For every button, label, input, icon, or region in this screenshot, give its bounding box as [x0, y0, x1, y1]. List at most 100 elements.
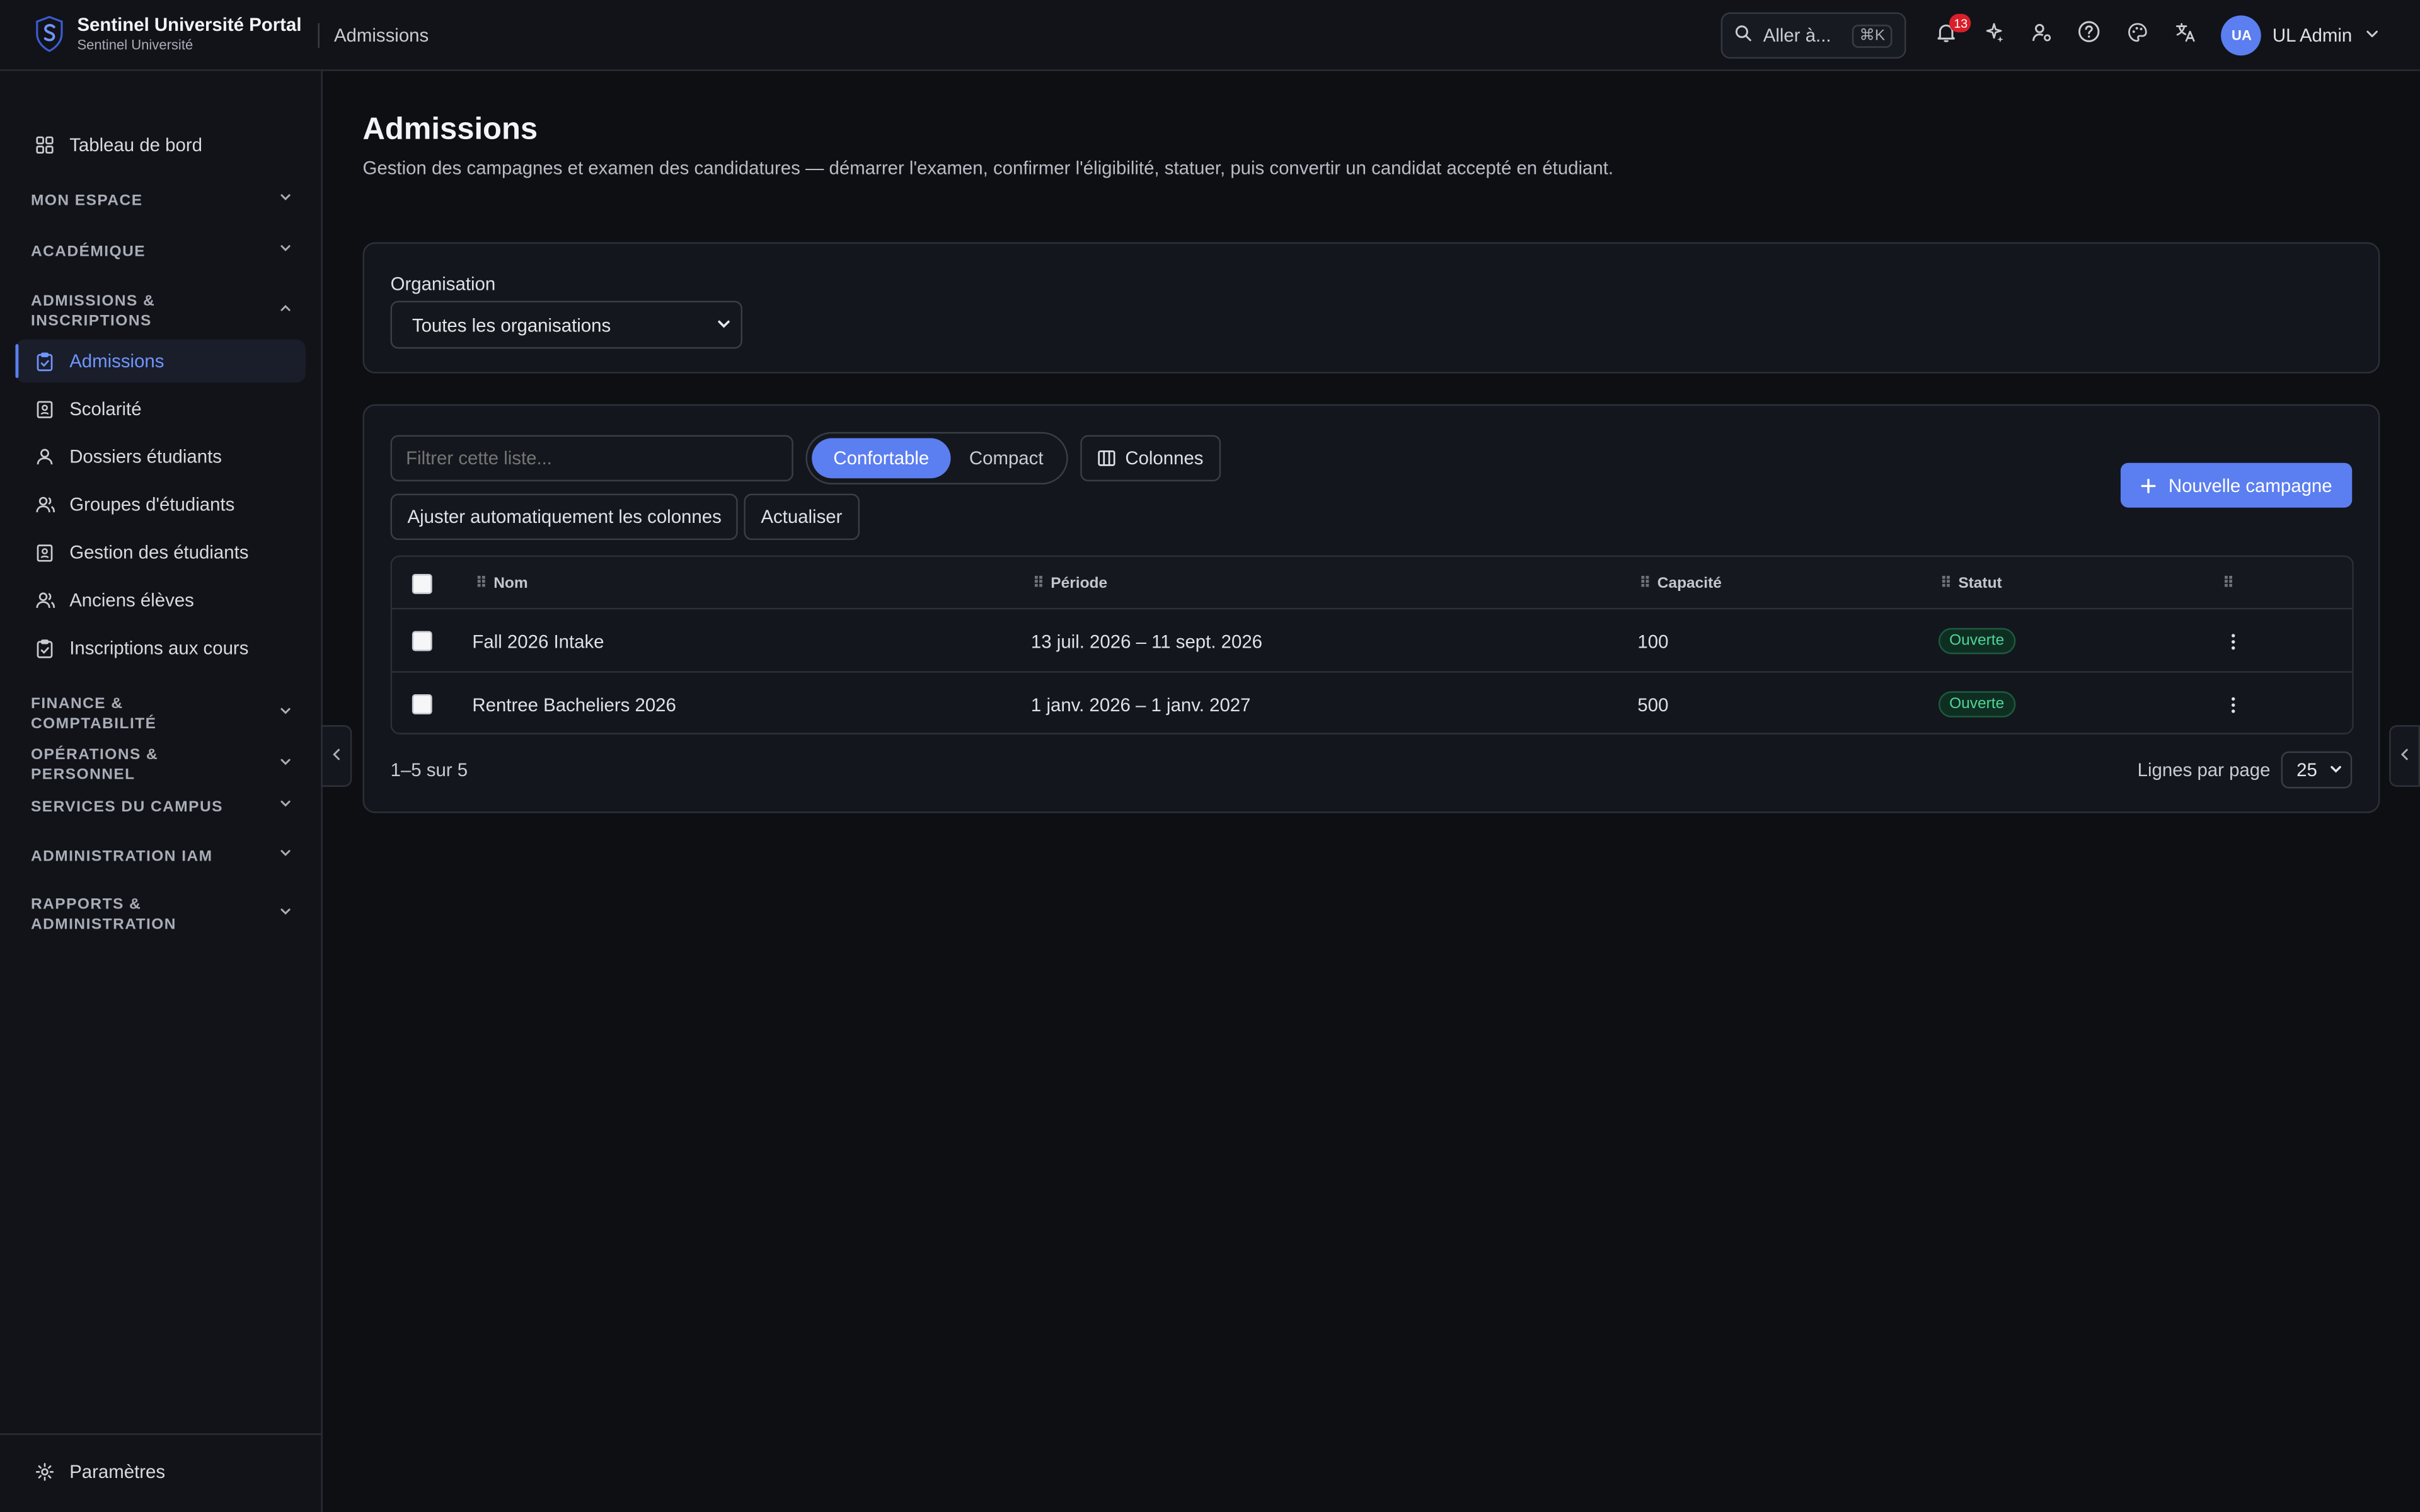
column-header-capacity[interactable]: ⠿ Capacité [1639, 557, 1722, 609]
column-header-status[interactable]: ⠿ Statut [1940, 557, 2002, 609]
sidebar-section-iam[interactable]: ADMINISTRATION IAM [31, 845, 293, 867]
sidebar-item-groupes[interactable]: Groupes d'étudiants [15, 483, 305, 527]
sidebar-section-operations[interactable]: OPÉRATIONS & PERSONNEL [31, 745, 293, 786]
right-panel-toggle-button[interactable] [2389, 725, 2420, 787]
user-cog-icon [2031, 21, 2053, 50]
table-row[interactable]: Fall 2026 Intake 13 juil. 2026 – 11 sept… [392, 609, 2353, 673]
sidebar-section-services[interactable]: SERVICES DU CAMPUS [31, 796, 293, 818]
chevron-left-icon [330, 742, 343, 770]
layout-grid-icon [34, 134, 55, 156]
chevron-down-icon [716, 314, 731, 335]
cell-name[interactable]: Fall 2026 Intake [472, 609, 604, 672]
columns-button[interactable]: Colonnes [1080, 435, 1221, 482]
users-icon [34, 590, 55, 611]
top-bar: Sentinel Université Portal Sentinel Univ… [0, 0, 2420, 71]
column-header-name[interactable]: ⠿ Nom [475, 557, 527, 609]
drag-handle-icon[interactable]: ⠿ [1639, 575, 1651, 592]
column-header-label: Nom [493, 575, 528, 592]
breadcrumb[interactable]: Admissions [334, 24, 429, 45]
columns-label: Colonnes [1125, 447, 1204, 469]
organization-selected-value: Toutes les organisations [412, 314, 611, 336]
cell-name[interactable]: Rentree Bacheliers 2026 [472, 673, 676, 733]
select-all-checkbox[interactable] [412, 557, 432, 609]
sidebar-item-admissions[interactable]: Admissions [15, 339, 306, 383]
drag-handle-icon[interactable]: ⠿ [2223, 575, 2235, 592]
chevron-down-icon [278, 241, 293, 262]
chevron-down-icon [278, 704, 293, 725]
page-title: Admissions [362, 112, 538, 147]
sidebar-item-label: Tableau de bord [69, 134, 203, 156]
cell-period: 1 janv. 2026 – 1 janv. 2027 [1030, 693, 1251, 716]
organization-select[interactable]: Toutes les organisations [390, 301, 742, 349]
row-actions-button[interactable] [2223, 609, 2244, 672]
sidebar-item-label: Admissions [69, 350, 164, 372]
organization-label: Organisation [390, 273, 496, 295]
row-checkbox[interactable] [412, 673, 432, 733]
row-checkbox[interactable] [412, 609, 432, 672]
rows-per-page-select[interactable]: 25 [2281, 751, 2353, 789]
sidebar-section-admissions[interactable]: ADMISSIONS & INSCRIPTIONS [31, 292, 293, 332]
section-label: MON ESPACE [30, 192, 143, 209]
sidebar-item-label: Dossiers étudiants [69, 445, 222, 468]
sidebar-item-inscriptions[interactable]: Inscriptions aux cours [15, 626, 305, 670]
section-label: SERVICES DU CAMPUS [30, 798, 223, 816]
new-campaign-button[interactable]: Nouvelle campagne [2120, 462, 2353, 508]
users-icon [34, 494, 55, 515]
drag-handle-icon[interactable]: ⠿ [1940, 575, 1952, 592]
sidebar-item-gestion[interactable]: Gestion des étudiants [15, 530, 305, 574]
chevron-down-icon [278, 796, 293, 818]
user-settings-button[interactable] [2018, 13, 2066, 59]
section-label: OPÉRATIONS & PERSONNEL [30, 747, 159, 784]
column-header-period[interactable]: ⠿ Période [1032, 557, 1107, 609]
row-actions-button[interactable] [2223, 673, 2244, 733]
more-vertical-icon [2223, 630, 2244, 651]
user-menu[interactable]: UA UL Admin [2221, 15, 2380, 56]
chevron-up-icon [278, 301, 293, 323]
sidebar-section-mon-espace[interactable]: MON ESPACE [31, 190, 293, 211]
column-options[interactable]: ⠿ [2223, 557, 2241, 609]
sidebar-section-finance[interactable]: FINANCE & COMPTABILITÉ [31, 694, 293, 735]
notification-badge: 13 [1950, 14, 1972, 33]
sidebar-item-label: Groupes d'étudiants [69, 493, 235, 515]
brand[interactable]: Sentinel Université Portal Sentinel Univ… [34, 14, 302, 54]
ai-assistant-button[interactable] [1970, 13, 2018, 59]
sidebar-section-academique[interactable]: ACADÉMIQUE [31, 241, 293, 262]
sidebar-item-label: Scolarité [69, 398, 142, 420]
sidebar-item-label: Anciens élèves [69, 589, 194, 611]
user-name: UL Admin [2272, 25, 2353, 47]
sidebar-collapse-button[interactable] [321, 725, 352, 787]
section-label: ACADÉMIQUE [30, 243, 146, 260]
jump-to-search-button[interactable]: Aller à... ⌘K [1721, 12, 1907, 59]
sidebar-section-rapports[interactable]: RAPPORTS & ADMINISTRATION [31, 895, 293, 935]
sidebar-item-dossiers[interactable]: Dossiers étudiants [15, 435, 305, 479]
brand-logo-icon [34, 16, 65, 54]
table-row[interactable]: Rentree Bacheliers 2026 1 janv. 2026 – 1… [392, 673, 2352, 733]
app-subtitle: Sentinel Université [77, 37, 193, 53]
column-header-label: Capacité [1657, 575, 1722, 592]
notifications-button[interactable]: 13 [1922, 13, 1972, 59]
sidebar-item-settings[interactable]: Paramètres [15, 1450, 305, 1494]
help-circle-icon [2078, 20, 2101, 51]
divider [318, 22, 320, 47]
sidebar-item-label: Inscriptions aux cours [69, 637, 249, 659]
sparkles-icon [1983, 21, 2005, 50]
language-button[interactable] [2162, 13, 2210, 59]
density-comfortable-button[interactable]: Confortable [812, 438, 951, 479]
density-toggle: Confortable Compact [805, 432, 1068, 484]
help-button[interactable] [2066, 13, 2114, 59]
cell-status: Ouverte [1938, 673, 2015, 733]
chevron-down-icon [2365, 21, 2380, 49]
column-header-label: Période [1051, 575, 1108, 592]
app-title: Sentinel Université Portal [77, 14, 302, 37]
sidebar-item-dashboard[interactable]: Tableau de bord [15, 123, 305, 167]
drag-handle-icon[interactable]: ⠿ [1032, 575, 1044, 592]
autofit-columns-button[interactable]: Ajuster automatiquement les colonnes [390, 493, 739, 541]
sidebar-item-scolarite[interactable]: Scolarité [15, 387, 305, 431]
refresh-button[interactable]: Actualiser [744, 493, 860, 541]
drag-handle-icon[interactable]: ⠿ [475, 575, 487, 592]
sidebar-item-anciens[interactable]: Anciens élèves [15, 578, 305, 622]
filter-input[interactable] [390, 435, 793, 482]
campaigns-card: Confortable Compact Colonnes Ajuster aut… [362, 404, 2380, 813]
theme-button[interactable] [2114, 13, 2162, 59]
density-compact-button[interactable]: Compact [951, 438, 1062, 479]
